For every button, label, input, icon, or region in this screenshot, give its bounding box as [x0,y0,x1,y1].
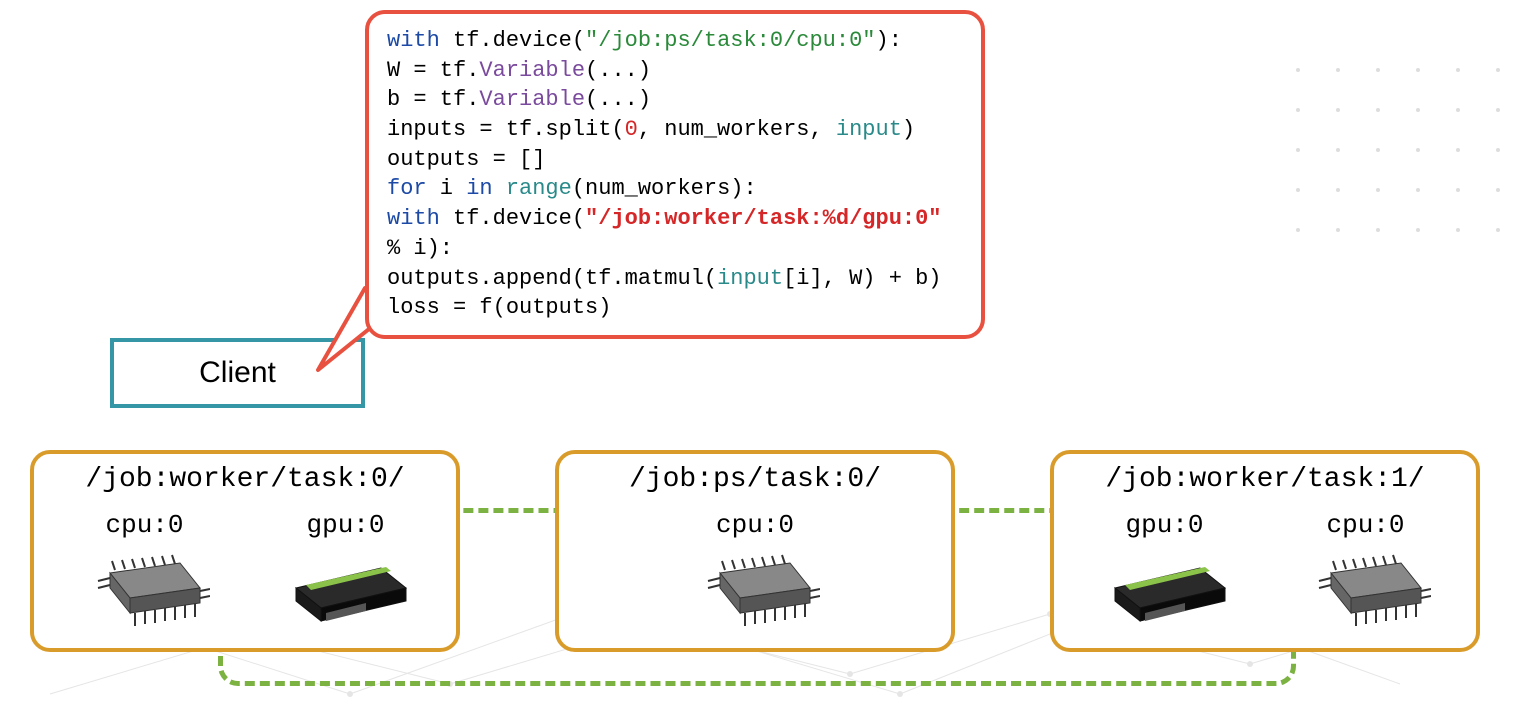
code-bubble: with tf.device("/job:ps/task:0/cpu:0"): … [365,10,985,339]
task-ps-0-title: /job:ps/task:0/ [579,464,931,495]
dot-grid-decoration [1278,50,1528,300]
cpu-chip-icon [1301,548,1431,638]
cpu-chip-icon [80,548,210,638]
client-label: Client [199,356,276,390]
worker1-gpu: gpu:0 [1100,510,1230,638]
gpu-card-icon [1100,548,1230,638]
task-worker-1-title: /job:worker/task:1/ [1074,464,1456,495]
cpu-chip-icon [690,548,820,638]
task-worker-0-title: /job:worker/task:0/ [54,464,436,495]
task-ps-0: /job:ps/task:0/ cpu:0 [555,450,955,652]
ps0-cpu: cpu:0 [690,510,820,638]
worker0-cpu: cpu:0 [80,510,210,638]
gpu-card-icon [281,548,411,638]
worker1-cpu: cpu:0 [1301,510,1431,638]
task-worker-0: /job:worker/task:0/ cpu:0 gpu:0 [30,450,460,652]
worker0-gpu: gpu:0 [281,510,411,638]
task-worker-1: /job:worker/task:1/ gpu:0 cpu:0 [1050,450,1480,652]
